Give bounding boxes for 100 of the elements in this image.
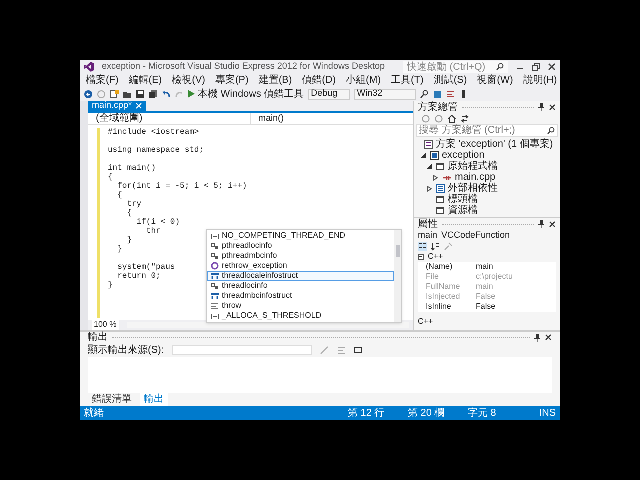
menu-item[interactable]: 檢視(V) (169, 73, 208, 88)
filter-folder-icon (436, 162, 445, 171)
code-line: int main() (108, 164, 156, 173)
menu-item[interactable]: 說明(H) (520, 73, 560, 88)
back-icon[interactable] (84, 90, 93, 98)
panel-title: 輸出 (88, 330, 108, 344)
menu-item[interactable]: 專案(P) (212, 73, 252, 88)
close-icon[interactable] (545, 334, 552, 341)
property-value[interactable]: False (476, 301, 496, 313)
column-indicator: 第 20 欄 (408, 406, 446, 420)
completion-item[interactable]: throw (207, 301, 394, 311)
vertical-scrollbar[interactable] (394, 230, 401, 322)
pin-icon[interactable] (538, 220, 545, 228)
status-message: 就緒 (84, 406, 104, 420)
forward-icon[interactable] (435, 114, 443, 122)
start-debugging-button[interactable]: 本機 Windows 偵錯工具 (188, 86, 304, 102)
find-icon[interactable] (420, 90, 430, 98)
property-description: C++ (417, 316, 434, 328)
folder-icon[interactable] (123, 90, 132, 98)
code-line: for(int i = -5; i < 5; i++) (116, 182, 248, 191)
pin-icon[interactable] (538, 103, 545, 111)
object-dropdown[interactable]: main VCCodeFunction (414, 230, 560, 241)
scope-dropdown[interactable]: (全域範圍) (88, 113, 250, 124)
collapsed-arrow-icon[interactable] (427, 186, 433, 192)
categorized-icon[interactable] (418, 242, 427, 251)
menu-item[interactable]: 建置(B) (256, 73, 296, 88)
macro-icon (211, 232, 219, 240)
completion-item[interactable]: pthreadmbcinfo (207, 251, 394, 261)
toggle-icon[interactable] (354, 346, 364, 354)
collapsed-arrow-icon[interactable] (433, 174, 439, 180)
close-icon[interactable] (549, 104, 556, 110)
search-icon (547, 126, 555, 134)
pin-icon[interactable] (534, 334, 541, 342)
code-line: system("paus (116, 263, 176, 272)
restore-icon[interactable] (532, 63, 540, 71)
property-name: IsInjected (426, 291, 462, 303)
member-dropdown[interactable]: main() (250, 113, 413, 124)
menu-item[interactable]: 視窗(W) (474, 73, 516, 88)
configuration-dropdown[interactable]: Debug (308, 88, 350, 100)
tree-item[interactable]: 資源檔 (414, 205, 560, 216)
code-line: { (126, 209, 132, 218)
file-tab[interactable]: main.cpp* (88, 101, 146, 111)
category-label: C++ (428, 251, 444, 263)
sort-icon[interactable] (431, 242, 440, 251)
completion-item[interactable]: threadmbcinfostruct (207, 291, 394, 301)
menu-item[interactable]: 檔案(F) (83, 73, 122, 88)
platform-dropdown[interactable]: Win32 (354, 88, 416, 100)
completion-item[interactable]: threadlocinfo (207, 281, 394, 291)
typedef-icon (211, 252, 219, 260)
panel-title: 屬性 (418, 218, 438, 232)
code-line: } (126, 236, 132, 245)
quick-launch-field[interactable]: 快速啟動 (Ctrl+Q) (403, 61, 508, 73)
menu-item[interactable]: 偵錯(D) (299, 73, 340, 88)
menu-item[interactable]: 小組(M) (343, 73, 384, 88)
close-icon[interactable] (549, 220, 556, 228)
code-line: using namespace std; (108, 146, 204, 155)
expanded-arrow-icon[interactable] (421, 153, 427, 158)
code-line: try (126, 200, 142, 209)
panel-tab[interactable]: 輸出 (140, 392, 168, 407)
property-name: IsInline (426, 301, 452, 313)
function-icon (211, 262, 219, 270)
property-name: (Name) (426, 261, 454, 273)
expanded-arrow-icon[interactable] (427, 164, 433, 169)
tree-item[interactable]: exception (414, 150, 560, 161)
sync-icon[interactable] (461, 114, 469, 122)
panel-tab[interactable]: 錯誤清單 (88, 392, 136, 407)
save-all-icon[interactable] (149, 90, 158, 98)
menu-item[interactable]: 測試(S) (430, 73, 470, 88)
completion-item[interactable]: NO_COMPETING_THREAD_END (207, 231, 394, 241)
solution-icon (424, 140, 433, 149)
tree-item[interactable]: 方案 'exception' (1 個專案) (414, 139, 560, 150)
close-icon[interactable] (548, 63, 556, 71)
home-icon[interactable] (448, 114, 456, 122)
property-value[interactable]: main (476, 261, 494, 273)
new-project-icon[interactable] (110, 90, 119, 98)
property-name: File (426, 271, 440, 283)
zoom-dropdown[interactable]: 100 % (92, 319, 119, 331)
typedef-icon (211, 242, 219, 250)
search-field[interactable]: 搜尋 方案總管 (Ctrl+;) (416, 124, 558, 137)
tree-item[interactable]: main.cpp (414, 172, 560, 183)
keyword-icon (211, 302, 219, 310)
typedef-icon (211, 282, 219, 290)
completion-item[interactable]: pthreadlocinfo (207, 241, 394, 251)
code-line: } (116, 245, 122, 254)
code-line: } (108, 281, 113, 290)
save-icon[interactable] (136, 90, 145, 98)
tree-item[interactable]: 原始程式檔 (414, 161, 560, 172)
completion-item[interactable]: rethrow_exception (207, 261, 394, 271)
tree-item[interactable]: 外部相依性 (414, 183, 560, 194)
tree-item[interactable]: 標頭檔 (414, 194, 560, 205)
vs-logo-icon (84, 62, 94, 72)
menu-item[interactable]: 編輯(E) (126, 73, 166, 88)
collapse-icon[interactable] (418, 254, 424, 260)
bookmark-icon[interactable] (433, 90, 442, 98)
undo-icon[interactable] (162, 90, 171, 98)
comment-icon[interactable] (446, 90, 456, 98)
completion-item[interactable]: _ALLOCA_S_THRESHOLD (207, 311, 394, 321)
references-icon (436, 184, 445, 193)
completion-item[interactable]: threadlocaleinfostruct (207, 271, 394, 281)
menu-item[interactable]: 工具(T) (388, 73, 427, 88)
